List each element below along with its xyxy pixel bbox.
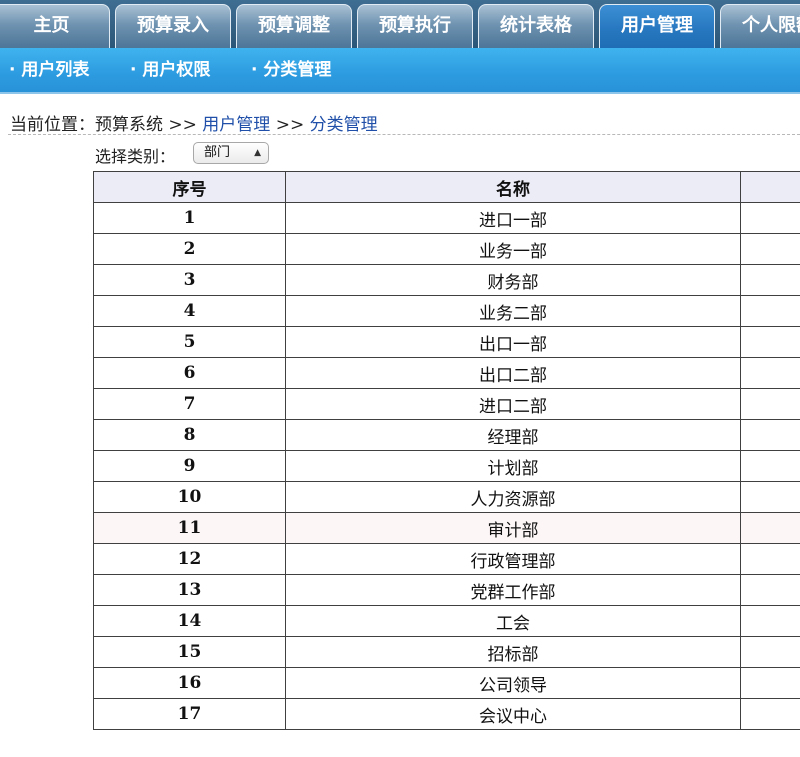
tab-statistics[interactable]: 统计表格: [478, 4, 594, 48]
table-row: 6 出口二部: [93, 357, 800, 389]
subnav-user-permissions[interactable]: · 用户权限: [130, 48, 210, 92]
row-index: 13: [93, 574, 286, 606]
row-index: 10: [93, 481, 286, 513]
row-name: 出口一部: [285, 326, 741, 358]
breadcrumb-link-category-management[interactable]: 分类管理: [310, 115, 378, 135]
row-name: 招标部: [285, 636, 741, 668]
table-row: 12 行政管理部: [93, 543, 800, 575]
breadcrumb-separator: >>: [270, 115, 310, 135]
row-index: 8: [93, 419, 286, 451]
row-name: 党群工作部: [285, 574, 741, 606]
row-extra: [740, 698, 800, 730]
tab-budget-adjust[interactable]: 预算调整: [236, 4, 352, 48]
tab-home[interactable]: 主页: [0, 4, 110, 48]
row-extra: [740, 388, 800, 420]
row-extra: [740, 419, 800, 451]
header-index: 序号: [93, 171, 286, 203]
row-extra: [740, 450, 800, 482]
row-name: 工会: [285, 605, 741, 637]
table-row: 4 业务二部: [93, 295, 800, 327]
row-index: 14: [93, 605, 286, 637]
row-extra: [740, 512, 800, 544]
top-navigation: 主页 预算录入 预算调整 预算执行 统计表格 用户管理 个人限额: [0, 0, 800, 48]
table-row: 7 进口二部: [93, 388, 800, 420]
table-row: 15 招标部: [93, 636, 800, 668]
row-extra: [740, 202, 800, 234]
table-body: 1 进口一部 2 业务一部 3 财务部 4 业务二部 5 出口一部 6 出口二部 7 进口二部 8 经理部 9 计…: [93, 202, 800, 730]
category-select-value: 部门: [204, 145, 231, 160]
row-extra: [740, 357, 800, 389]
row-extra: [740, 233, 800, 265]
tab-budget-execution[interactable]: 预算执行: [357, 4, 473, 48]
row-extra: [740, 326, 800, 358]
row-index: 16: [93, 667, 286, 699]
row-name: 进口一部: [285, 202, 741, 234]
row-extra: [740, 605, 800, 637]
tab-personal-limit[interactable]: 个人限额: [720, 4, 800, 48]
row-name: 行政管理部: [285, 543, 741, 575]
row-extra: [740, 481, 800, 513]
row-extra: [740, 543, 800, 575]
row-name: 审计部: [285, 512, 741, 544]
table-row: 9 计划部: [93, 450, 800, 482]
header-extra: [740, 171, 800, 203]
table-row: 1 进口一部: [93, 202, 800, 234]
row-name: 经理部: [285, 419, 741, 451]
row-index: 5: [93, 326, 286, 358]
table-row: 14 工会: [93, 605, 800, 637]
row-name: 出口二部: [285, 357, 741, 389]
select-arrows-icon: ▲: [254, 148, 261, 158]
row-extra: [740, 667, 800, 699]
row-index: 3: [93, 264, 286, 296]
row-name: 财务部: [285, 264, 741, 296]
row-name: 业务一部: [285, 233, 741, 265]
table-row: 10 人力资源部: [93, 481, 800, 513]
row-extra: [740, 574, 800, 606]
category-table: 序号 名称 1 进口一部 2 业务一部 3 财务部 4 业务二部 5 出口一部 6 出口二部 7 进口二部…: [93, 171, 800, 730]
row-name: 会议中心: [285, 698, 741, 730]
table-row: 5 出口一部: [93, 326, 800, 358]
category-filter-label: 选择类别：: [95, 147, 176, 166]
sub-navigation: · 用户列表 · 用户权限 · 分类管理: [0, 48, 800, 94]
breadcrumb: 当前位置：预算系统 >> 用户管理 >> 分类管理: [10, 110, 378, 135]
row-index: 11: [93, 512, 286, 544]
row-name: 公司领导: [285, 667, 741, 699]
row-index: 4: [93, 295, 286, 327]
row-name: 业务二部: [285, 295, 741, 327]
row-extra: [740, 636, 800, 668]
row-index: 9: [93, 450, 286, 482]
table-row: 8 经理部: [93, 419, 800, 451]
tab-user-management[interactable]: 用户管理: [599, 4, 715, 48]
table-row: 17 会议中心: [93, 698, 800, 730]
breadcrumb-prefix: 当前位置：预算系统 >>: [10, 115, 203, 135]
row-index: 6: [93, 357, 286, 389]
breadcrumb-link-user-management[interactable]: 用户管理: [202, 115, 270, 135]
subnav-user-list[interactable]: · 用户列表: [9, 48, 89, 92]
row-index: 1: [93, 202, 286, 234]
table-row: 13 党群工作部: [93, 574, 800, 606]
table-row: 3 财务部: [93, 264, 800, 296]
subnav-category-management[interactable]: · 分类管理: [251, 48, 331, 92]
row-index: 17: [93, 698, 286, 730]
row-extra: [740, 295, 800, 327]
row-index: 2: [93, 233, 286, 265]
table-row: 2 业务一部: [93, 233, 800, 265]
row-name: 进口二部: [285, 388, 741, 420]
table-row: 11 审计部: [93, 512, 800, 544]
row-index: 7: [93, 388, 286, 420]
table-row: 16 公司领导: [93, 667, 800, 699]
category-select[interactable]: 部门 ▲: [193, 142, 269, 164]
row-index: 12: [93, 543, 286, 575]
breadcrumb-divider: [8, 134, 800, 135]
header-name: 名称: [285, 171, 741, 203]
row-index: 15: [93, 636, 286, 668]
row-extra: [740, 264, 800, 296]
table-header-row: 序号 名称: [93, 171, 800, 203]
tab-budget-entry[interactable]: 预算录入: [115, 4, 231, 48]
row-name: 计划部: [285, 450, 741, 482]
row-name: 人力资源部: [285, 481, 741, 513]
